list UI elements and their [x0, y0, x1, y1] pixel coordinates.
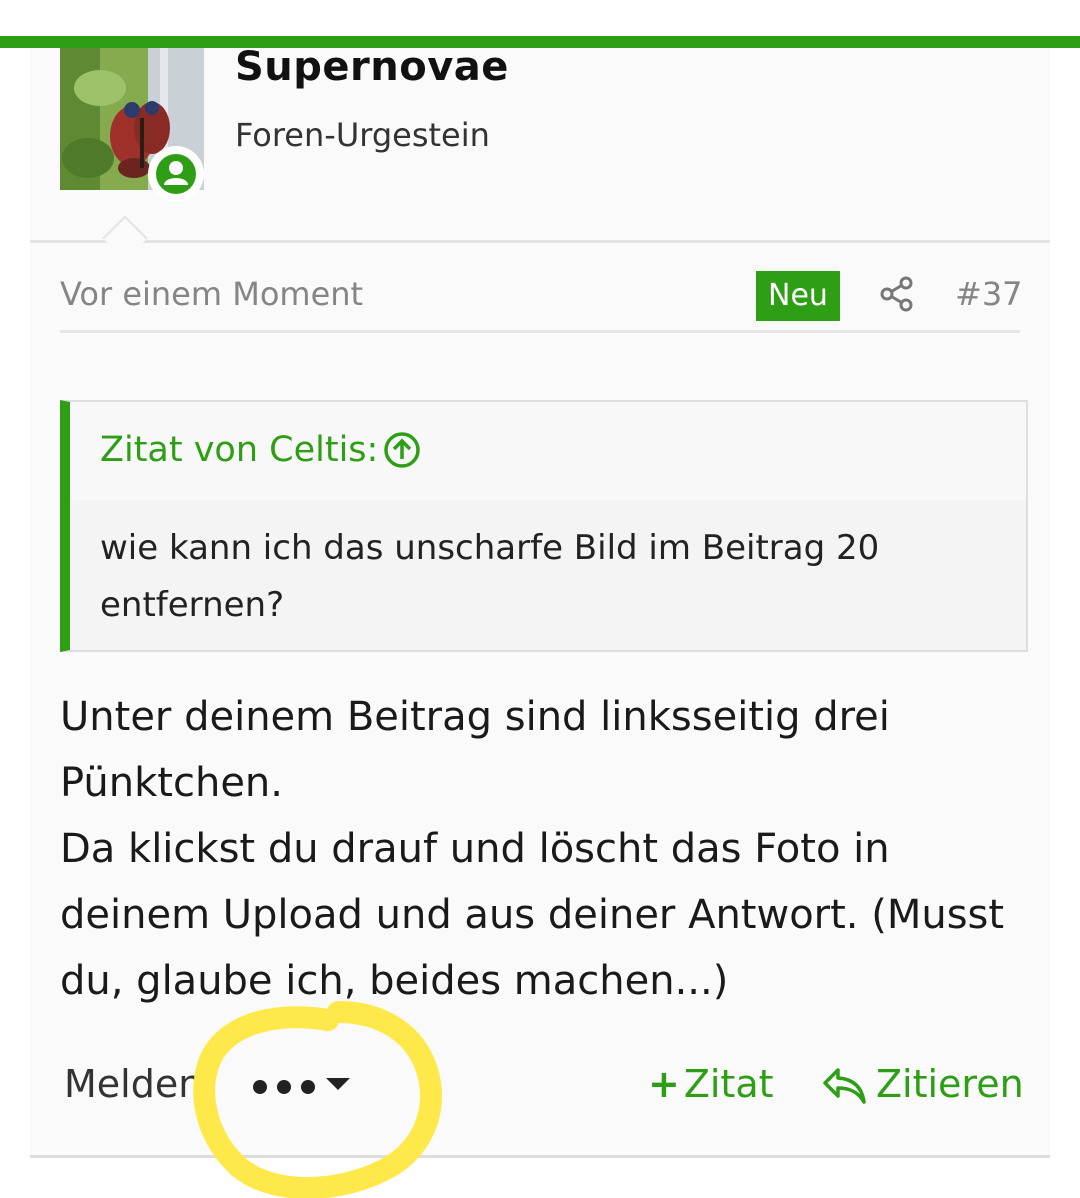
author-name[interactable]: Supernovae	[235, 44, 509, 90]
author-title: Foren-Urgestein	[235, 116, 490, 154]
share-icon[interactable]	[878, 274, 918, 318]
add-quote-button[interactable]: + Zitat	[648, 1062, 774, 1106]
report-button[interactable]: Melden	[64, 1062, 202, 1106]
post-paragraph: Da klickst du drauf und löscht das Foto …	[60, 826, 1005, 1004]
new-badge: Neu	[756, 271, 840, 321]
top-bar	[0, 0, 1080, 36]
online-status-icon	[148, 146, 204, 202]
meta-divider	[60, 330, 1020, 333]
reply-label: Zitieren	[876, 1062, 1024, 1106]
quote-text: wie kann ich das unscharfe Bild im Beitr…	[100, 528, 880, 625]
accent-line	[0, 36, 1080, 48]
footer-divider	[30, 1155, 1050, 1158]
post-body: Unter deinem Beitrag sind linksseitig dr…	[60, 684, 1050, 1014]
header-divider	[30, 240, 1050, 243]
post-timestamp[interactable]: Vor einem Moment	[60, 275, 363, 313]
post-number[interactable]: #37	[955, 275, 1023, 313]
quote-header: Zitat von Celtis:	[70, 402, 1026, 500]
quote-author[interactable]: Zitat von Celtis:	[100, 430, 378, 470]
caret-down-icon	[326, 1078, 350, 1090]
arrow-up-circle-icon[interactable]	[382, 430, 422, 474]
post-paragraph: Unter deinem Beitrag sind linksseitig dr…	[60, 694, 890, 806]
more-dots-icon	[253, 1080, 315, 1094]
reply-arrow-icon	[823, 1068, 866, 1104]
plus-icon: +	[648, 1062, 680, 1106]
add-quote-label: Zitat	[683, 1062, 774, 1106]
more-options-button[interactable]	[250, 1070, 360, 1106]
quote-block: Zitat von Celtis: wie kann ich das unsch…	[60, 400, 1028, 652]
